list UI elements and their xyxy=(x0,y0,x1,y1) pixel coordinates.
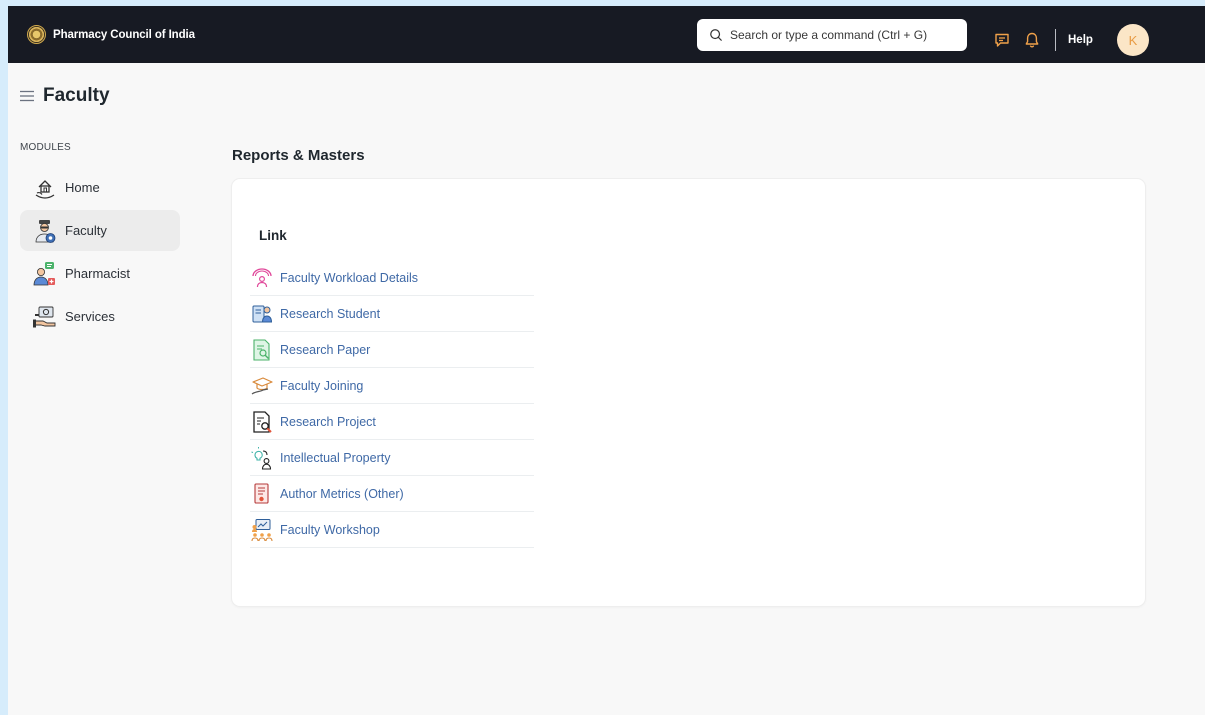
chat-icon[interactable] xyxy=(993,31,1011,49)
reports-card: Link Faculty Workload Details Research S… xyxy=(232,179,1145,606)
link-author-metrics-other[interactable]: Author Metrics (Other) xyxy=(250,476,534,512)
hamburger-menu-icon[interactable] xyxy=(20,90,34,102)
link-research-student[interactable]: Research Student xyxy=(250,296,534,332)
link-label: Research Paper xyxy=(280,343,371,357)
search-input[interactable]: Search or type a command (Ctrl + G) xyxy=(697,19,967,51)
sidebar-item-services[interactable]: Services xyxy=(20,296,180,337)
search-icon xyxy=(710,29,722,41)
link-label: Author Metrics (Other) xyxy=(280,487,404,501)
link-label: Faculty Workshop xyxy=(280,523,380,537)
intellectual-property-icon xyxy=(251,447,272,470)
research-student-icon xyxy=(252,305,273,323)
nav-actions: Help K xyxy=(993,24,1149,56)
page-title: Faculty xyxy=(43,85,110,106)
modules-label: MODULES xyxy=(20,142,71,153)
sidebar-item-pharmacist[interactable]: Pharmacist xyxy=(20,253,180,294)
research-paper-icon xyxy=(253,339,270,361)
link-research-paper[interactable]: Research Paper xyxy=(250,332,534,368)
link-research-project[interactable]: Research Project xyxy=(250,404,534,440)
services-icon xyxy=(33,306,56,327)
avatar[interactable]: K xyxy=(1116,24,1149,56)
help-link[interactable]: Help xyxy=(1068,34,1093,46)
link-faculty-workload-details[interactable]: Faculty Workload Details xyxy=(250,260,534,296)
app-frame: Pharmacy Council of India Search or type… xyxy=(8,6,1205,715)
sidebar: MODULES Home Faculty Pharmacist Services xyxy=(20,142,180,339)
card-heading: Link xyxy=(259,228,287,243)
nav-divider xyxy=(1055,29,1056,51)
link-label: Faculty Joining xyxy=(280,379,364,393)
link-label: Intellectual Property xyxy=(280,451,391,465)
search-placeholder: Search or type a command (Ctrl + G) xyxy=(730,28,928,42)
sidebar-item-label: Home xyxy=(65,180,100,195)
avatar-initial: K xyxy=(1128,32,1138,48)
link-label: Faculty Workload Details xyxy=(280,271,419,285)
link-label: Research Student xyxy=(280,307,381,321)
pci-logo-icon xyxy=(27,25,46,44)
faculty-workshop-icon xyxy=(251,519,273,542)
research-project-icon xyxy=(253,411,272,433)
link-faculty-joining[interactable]: Faculty Joining xyxy=(250,368,534,404)
author-metrics-icon xyxy=(254,483,269,504)
link-list: Faculty Workload Details Research Studen… xyxy=(250,260,534,548)
home-icon xyxy=(35,179,55,199)
link-intellectual-property[interactable]: Intellectual Property xyxy=(250,440,534,476)
link-label: Research Project xyxy=(280,415,376,429)
link-faculty-workshop[interactable]: Faculty Workshop xyxy=(250,512,534,548)
sidebar-item-label: Services xyxy=(65,309,115,324)
sidebar-item-faculty[interactable]: Faculty xyxy=(20,210,180,251)
sidebar-item-label: Pharmacist xyxy=(65,266,131,281)
faculty-icon xyxy=(35,219,56,243)
bell-icon[interactable] xyxy=(1023,31,1041,49)
sidebar-item-label: Faculty xyxy=(65,223,107,238)
section-title: Reports & Masters xyxy=(232,147,365,164)
brand[interactable]: Pharmacy Council of India xyxy=(27,25,195,44)
faculty-joining-icon xyxy=(251,377,273,395)
brand-name: Pharmacy Council of India xyxy=(53,28,195,41)
pharmacist-icon xyxy=(33,261,55,285)
sidebar-item-home[interactable]: Home xyxy=(20,167,180,208)
workload-icon xyxy=(252,268,272,288)
navbar: Pharmacy Council of India Search or type… xyxy=(8,6,1205,63)
page-header: Faculty xyxy=(20,85,110,107)
